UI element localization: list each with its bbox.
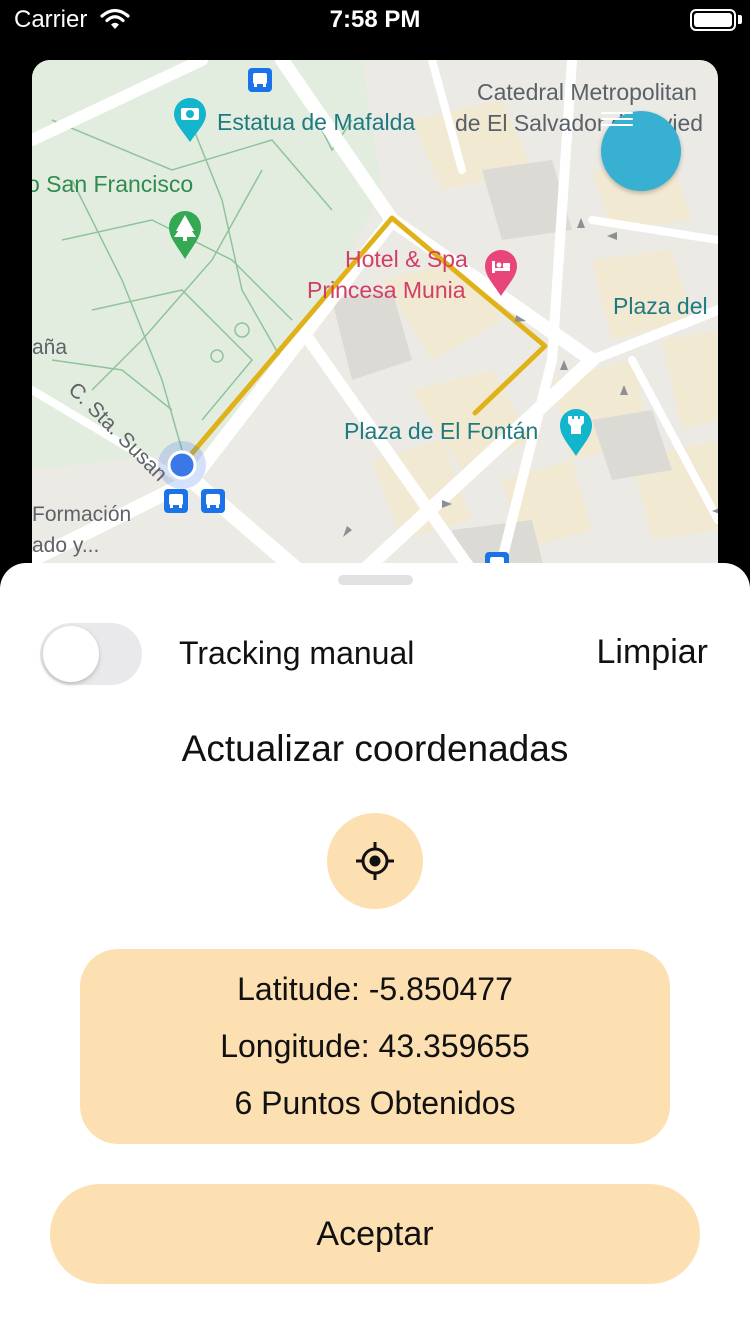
map-label-plaza-del[interactable]: Plaza del <box>613 293 708 320</box>
map-label-cathedral[interactable]: Catedral Metropolitan <box>477 79 697 106</box>
tracking-label: Tracking manual <box>179 635 415 671</box>
latitude-text: Latitude: -5.850477 <box>237 971 513 1007</box>
sheet-grabber[interactable] <box>338 575 413 585</box>
battery-icon <box>690 9 736 31</box>
camera-pin-icon[interactable] <box>172 96 208 144</box>
coordinates-card: Latitude: -5.850477 Longitude: 43.359655… <box>80 949 670 1144</box>
tree-pin-icon[interactable] <box>167 207 203 261</box>
map-label-statue[interactable]: Estatua de Mafalda <box>217 109 415 136</box>
map-label-hotel-2[interactable]: Princesa Munia <box>307 277 466 304</box>
toggle-knob <box>43 626 99 682</box>
tracking-toggle[interactable] <box>40 623 142 685</box>
castle-pin-icon[interactable] <box>558 406 594 458</box>
bus-stop-icon[interactable] <box>164 489 188 513</box>
locate-button[interactable] <box>327 813 423 909</box>
bed-pin-icon[interactable] <box>483 248 519 298</box>
map-label-plaza-fontan[interactable]: Plaza de El Fontán <box>344 418 538 445</box>
bottom-sheet: Tracking manual Limpiar Actualizar coord… <box>0 563 750 1334</box>
map-view[interactable]: Estatua de Mafalda Catedral Metropolitan… <box>32 60 718 600</box>
status-bar: Carrier 7:58 PM <box>0 0 750 40</box>
map-label-formacion-2: ado y... <box>32 534 100 557</box>
bus-stop-icon[interactable] <box>248 68 272 92</box>
map-label-park[interactable]: o San Francisco <box>32 171 193 198</box>
crosshair-icon <box>356 842 394 880</box>
points-count-text: 6 Puntos Obtenidos <box>234 1085 516 1121</box>
bus-stop-icon[interactable] <box>201 489 225 513</box>
accept-button[interactable]: Aceptar <box>50 1184 700 1284</box>
accept-button-label: Aceptar <box>316 1214 434 1253</box>
map-label-partial: aña <box>32 336 68 359</box>
menu-button[interactable] <box>601 111 681 191</box>
clear-button[interactable]: Limpiar <box>597 633 708 672</box>
update-title: Actualizar coordenadas <box>181 728 569 769</box>
hamburger-icon <box>601 112 633 126</box>
map-label-hotel[interactable]: Hotel & Spa <box>345 246 468 273</box>
clock: 7:58 PM <box>329 6 421 33</box>
map-label-formacion: Formación <box>32 503 132 526</box>
longitude-text: Longitude: 43.359655 <box>220 1028 530 1064</box>
